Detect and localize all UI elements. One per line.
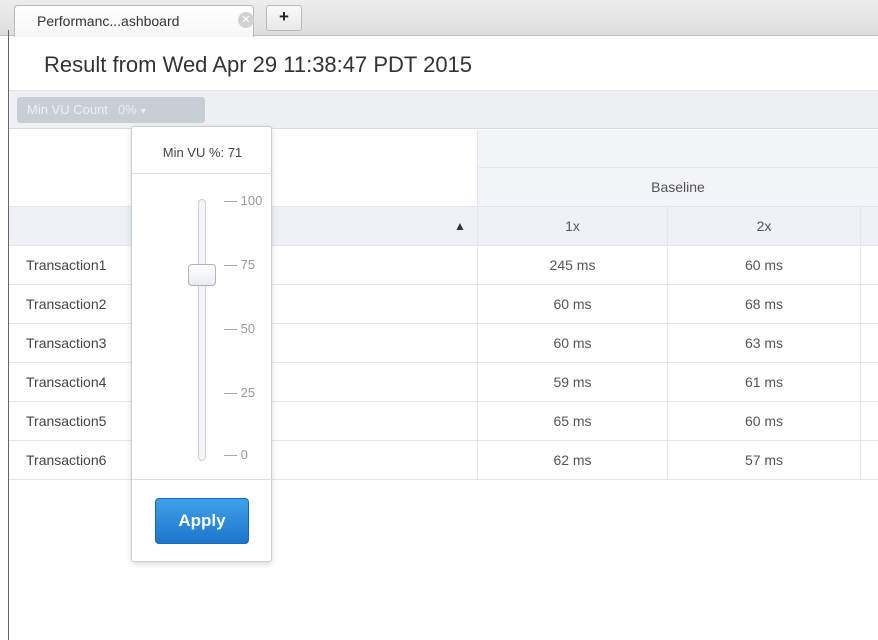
column-header-1x[interactable]: 1x	[477, 206, 667, 246]
column-group-header	[477, 130, 878, 168]
min-vu-count-dropdown[interactable]: Min VU Count 0% ▾	[17, 97, 205, 123]
tab-title: Performanc...ashboard	[37, 13, 180, 29]
popover-divider	[132, 479, 273, 480]
transaction-name: Transaction3	[26, 335, 107, 351]
value-2x: 61 ms	[667, 363, 861, 401]
browser-window: Performanc...ashboard ✕ + Result from We…	[0, 0, 878, 640]
slider-tick-25: — 25	[224, 385, 256, 400]
value-1x: 245 ms	[477, 246, 667, 284]
sort-ascending-icon[interactable]: ▲	[454, 219, 466, 233]
slider-tick-75: — 75	[224, 257, 256, 272]
value-2x: 68 ms	[667, 285, 861, 323]
new-tab-button[interactable]: +	[266, 5, 302, 31]
apply-button[interactable]: Apply	[155, 498, 249, 544]
transaction-name: Transaction4	[26, 374, 107, 390]
transaction-name: Transaction5	[26, 413, 107, 429]
value-2x: 63 ms	[667, 324, 861, 362]
popover-divider	[132, 173, 273, 174]
tab-bar: Performanc...ashboard ✕ +	[0, 0, 878, 37]
close-tab-icon[interactable]: ✕	[238, 12, 254, 28]
value-1x: 60 ms	[477, 285, 667, 323]
transaction-name: Transaction2	[26, 296, 107, 312]
value-1x: 65 ms	[477, 402, 667, 440]
value-1x: 60 ms	[477, 324, 667, 362]
min-vu-popover: Min VU %: 71 — 100 — 75 — 50 — 25 — 0 Ap…	[131, 126, 273, 562]
transaction-name: Transaction1	[26, 257, 107, 273]
transaction-name: Transaction6	[26, 452, 107, 468]
value-1x: 59 ms	[477, 363, 667, 401]
slider-tick-50: — 50	[224, 321, 256, 336]
baseline-group-header: Baseline	[477, 168, 878, 206]
chevron-down-icon: ▾	[140, 106, 146, 117]
min-vu-slider-track[interactable]	[198, 199, 206, 461]
page-title: Result from Wed Apr 29 11:38:47 PDT 2015	[44, 52, 473, 77]
value-2x: 60 ms	[667, 402, 861, 440]
value-2x: 60 ms	[667, 246, 861, 284]
min-vu-percent-label: Min VU %: 71	[162, 145, 243, 160]
min-vu-slider-handle[interactable]	[188, 263, 216, 286]
min-vu-count-value: 0%	[117, 102, 137, 117]
min-vu-count-label: Min VU Count	[27, 102, 108, 117]
value-2x: 57 ms	[667, 441, 861, 479]
slider-tick-100: — 100	[224, 193, 263, 208]
value-1x: 62 ms	[477, 441, 667, 479]
tab-dashboard[interactable]: Performanc...ashboard ✕	[14, 5, 254, 37]
slider-tick-0: — 0	[224, 447, 248, 462]
column-header-2x[interactable]: 2x	[667, 206, 861, 246]
